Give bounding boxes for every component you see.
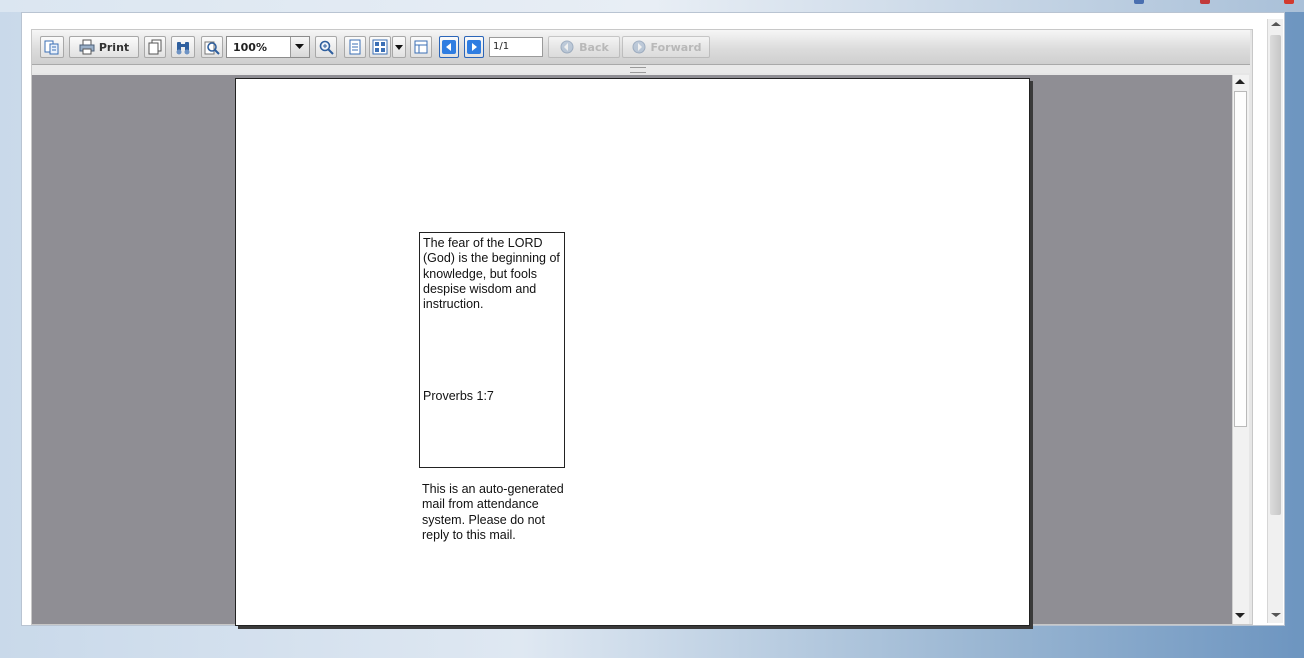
zoom-in-button[interactable] [315, 36, 337, 58]
quote-reference: Proverbs 1:7 [423, 389, 494, 403]
back-icon [560, 40, 574, 54]
binoculars-icon [176, 42, 190, 55]
scrollbar-thumb[interactable] [1234, 91, 1247, 427]
tab-icon[interactable] [1200, 0, 1210, 4]
print-label: Print [98, 40, 130, 54]
zoom-value: 100% [233, 41, 267, 54]
scroll-down-icon[interactable] [1235, 613, 1245, 618]
scroll-up-icon[interactable] [1271, 22, 1281, 26]
multi-page-button[interactable] [369, 36, 391, 58]
printer-icon [79, 39, 95, 55]
chevron-down-icon [295, 44, 304, 49]
forward-label: Forward [650, 40, 702, 54]
print-button[interactable]: Print [69, 36, 139, 58]
auto-mail-note: This is an auto-generated mail from atte… [422, 482, 564, 542]
scroll-down-icon[interactable] [1271, 613, 1281, 617]
report-window: Print 100% 1/1 Back Forward The fear of … [21, 12, 1285, 626]
zoom-icon [319, 40, 334, 55]
browser-top-icons [1134, 0, 1304, 6]
close-icon[interactable] [1284, 0, 1294, 4]
document-scrollbar[interactable] [1232, 75, 1249, 624]
toolbar-splitter[interactable] [32, 65, 1250, 73]
page-icon [349, 39, 361, 55]
back-label: Back [579, 40, 609, 54]
grid-icon [372, 39, 388, 55]
previous-page-button[interactable] [439, 36, 459, 58]
zoom-out-button[interactable] [201, 36, 223, 58]
window-scrollbar-thumb[interactable] [1270, 35, 1281, 515]
single-page-button[interactable] [344, 36, 366, 58]
magnifier-icon [204, 41, 220, 55]
top-strip [0, 0, 1304, 12]
document-area: The fear of the LORD (God) is the beginn… [32, 75, 1232, 626]
page-setup-button[interactable] [410, 36, 432, 58]
forward-icon [632, 40, 646, 54]
copy-button[interactable] [144, 36, 166, 58]
scroll-up-icon[interactable] [1235, 79, 1245, 84]
back-button[interactable]: Back [548, 36, 620, 58]
next-page-button[interactable] [464, 36, 484, 58]
pages-icon [148, 39, 162, 55]
window-scrollbar[interactable] [1267, 19, 1283, 623]
page-number-input[interactable]: 1/1 [489, 37, 543, 57]
quote-text: The fear of the LORD (God) is the beginn… [423, 236, 560, 312]
find-button[interactable] [171, 36, 195, 58]
arrow-left-icon [442, 40, 456, 54]
splitter-grip-icon[interactable] [630, 67, 646, 73]
page-layout-icon [414, 40, 428, 54]
report-viewer: Print 100% 1/1 Back Forward The fear of … [31, 29, 1253, 626]
zoom-dropdown[interactable] [290, 37, 309, 57]
report-page: The fear of the LORD (God) is the beginn… [235, 78, 1030, 626]
chevron-down-icon [395, 45, 403, 50]
page-number-value: 1/1 [493, 41, 510, 52]
forward-button[interactable]: Forward [622, 36, 710, 58]
tab-icon[interactable] [1134, 0, 1144, 4]
quote-box: The fear of the LORD (God) is the beginn… [419, 232, 565, 468]
arrow-right-icon [467, 40, 481, 54]
export-button[interactable] [40, 36, 64, 58]
export-icon [44, 40, 59, 55]
viewer-toolbar: Print 100% 1/1 Back Forward [32, 30, 1250, 65]
view-mode-dropdown[interactable] [392, 36, 406, 58]
